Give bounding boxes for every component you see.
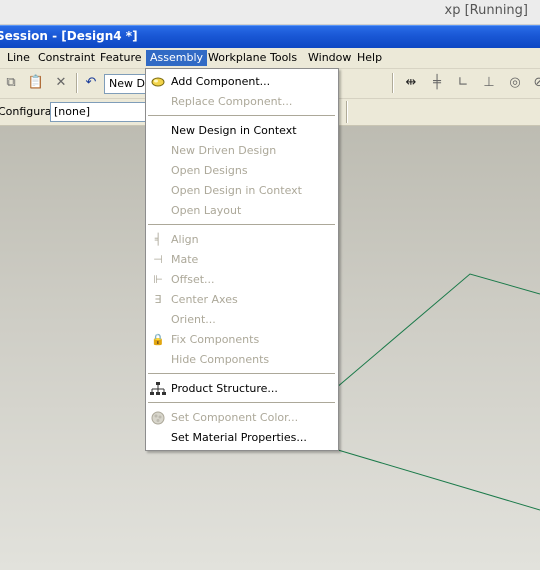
menu-line[interactable]: Line bbox=[3, 50, 34, 66]
menu-item-label: Align bbox=[171, 233, 199, 246]
design-edge bbox=[335, 273, 540, 389]
menu-assembly[interactable]: Assembly bbox=[146, 50, 208, 66]
menu-item-mate: ⊣ Mate bbox=[146, 250, 338, 270]
angle-icon[interactable]: ∟ bbox=[454, 74, 472, 92]
add-component-icon bbox=[150, 74, 166, 90]
delete-icon[interactable]: ✕ bbox=[52, 74, 70, 92]
menu-constraint[interactable]: Constraint bbox=[34, 50, 99, 66]
tangent-icon[interactable]: ⊥ bbox=[480, 74, 498, 92]
menu-item-label: Offset... bbox=[171, 273, 215, 286]
window-titlebar[interactable]: Session - [Design4 *] bbox=[0, 25, 540, 49]
menu-item-product-structure[interactable]: Product Structure... bbox=[146, 379, 338, 399]
toolbar-separator bbox=[392, 73, 394, 93]
paste-icon[interactable]: 📋 bbox=[27, 74, 45, 92]
menu-item-center-axes: ∃ Center Axes bbox=[146, 290, 338, 310]
design-edge bbox=[337, 449, 540, 511]
menu-item-label: Open Layout bbox=[171, 204, 242, 217]
menu-item-label: Open Designs bbox=[171, 164, 248, 177]
menu-item-align: ╡ Align bbox=[146, 230, 338, 250]
center-axes-icon: ∃ bbox=[154, 293, 162, 306]
menu-item-label: Product Structure... bbox=[171, 382, 278, 395]
vm-title: xp [Running] bbox=[444, 3, 529, 18]
product-structure-icon bbox=[150, 381, 166, 397]
menu-item-open-layout: Open Layout bbox=[146, 201, 338, 221]
menu-item-orient: Orient... bbox=[146, 310, 338, 330]
configuration-combo[interactable]: [none] bbox=[50, 102, 151, 122]
menu-item-label: Open Design in Context bbox=[171, 184, 302, 197]
menu-item-label: Set Material Properties... bbox=[171, 431, 307, 444]
copy-icon[interactable]: ⧉ bbox=[2, 74, 20, 92]
menu-bar: Line Constraint Feature Assembly Workpla… bbox=[0, 48, 540, 69]
menu-separator bbox=[148, 224, 335, 225]
menu-separator bbox=[148, 402, 335, 403]
menu-item-offset: ⊩ Offset... bbox=[146, 270, 338, 290]
assembly-dropdown-menu: Add Component... Replace Component... Ne… bbox=[145, 68, 339, 451]
menu-item-label: Hide Components bbox=[171, 353, 270, 366]
menu-item-label: Center Axes bbox=[171, 293, 238, 306]
menu-item-label: Replace Component... bbox=[171, 95, 293, 108]
toolbar-separator bbox=[76, 73, 78, 93]
constraint-icon[interactable]: ╪ bbox=[428, 74, 446, 92]
menu-item-hide-components: Hide Components bbox=[146, 350, 338, 370]
menu-item-label: New Driven Design bbox=[171, 144, 277, 157]
fix-components-icon: 🔒 bbox=[151, 333, 165, 346]
menu-item-label: Fix Components bbox=[171, 333, 260, 346]
menu-separator bbox=[148, 373, 335, 374]
undo-icon[interactable]: ↶ bbox=[82, 74, 100, 92]
menu-item-label: Set Component Color... bbox=[171, 411, 299, 424]
color-icon bbox=[150, 410, 166, 426]
menu-item-open-design-in-context: Open Design in Context bbox=[146, 181, 338, 201]
align-icon: ╡ bbox=[154, 233, 162, 246]
menu-window[interactable]: Window bbox=[304, 50, 355, 66]
menu-item-fix-components: 🔒 Fix Components bbox=[146, 330, 338, 350]
mate-icon: ⊣ bbox=[153, 253, 163, 266]
vm-host-titlebar: xp [Running] bbox=[0, 0, 540, 25]
menu-item-label: Add Component... bbox=[171, 75, 271, 88]
menu-item-set-material-properties[interactable]: Set Material Properties... bbox=[146, 428, 338, 448]
menu-feature[interactable]: Feature bbox=[96, 50, 146, 66]
config-separator bbox=[346, 101, 348, 123]
menu-item-label: Mate bbox=[171, 253, 199, 266]
menu-workplane[interactable]: Workplane bbox=[204, 50, 270, 66]
menu-item-set-component-color: Set Component Color... bbox=[146, 408, 338, 428]
circle-icon[interactable]: ◎ bbox=[506, 74, 524, 92]
menu-separator bbox=[148, 115, 335, 116]
menu-item-open-designs: Open Designs bbox=[146, 161, 338, 181]
menu-item-add-component[interactable]: Add Component... bbox=[146, 72, 338, 92]
menu-tools[interactable]: Tools bbox=[266, 50, 301, 66]
menu-item-label: New Design in Context bbox=[171, 124, 297, 137]
more-icon[interactable]: ⊘ bbox=[530, 74, 540, 92]
dimension-icon[interactable]: ⇹ bbox=[402, 74, 420, 92]
menu-item-replace-component: Replace Component... bbox=[146, 92, 338, 112]
offset-icon: ⊩ bbox=[153, 273, 163, 286]
menu-item-label: Orient... bbox=[171, 313, 216, 326]
menu-help[interactable]: Help bbox=[353, 50, 386, 66]
menu-item-new-design-in-context[interactable]: New Design in Context bbox=[146, 121, 338, 141]
window-title: Session - [Design4 *] bbox=[0, 29, 138, 43]
menu-item-new-driven-design: New Driven Design bbox=[146, 141, 338, 161]
